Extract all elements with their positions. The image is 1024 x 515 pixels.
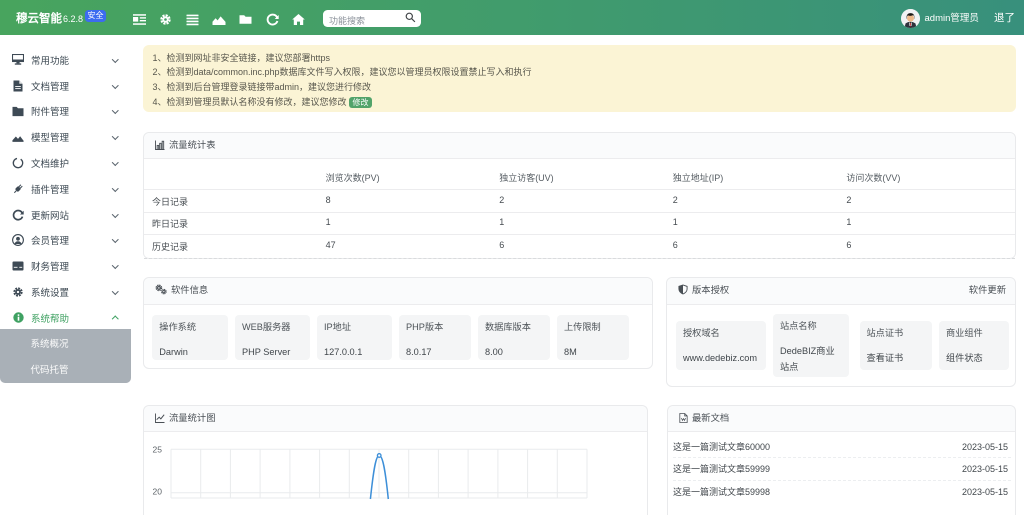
svg-text:25: 25 — [153, 444, 163, 454]
svg-text:20: 20 — [153, 486, 163, 496]
